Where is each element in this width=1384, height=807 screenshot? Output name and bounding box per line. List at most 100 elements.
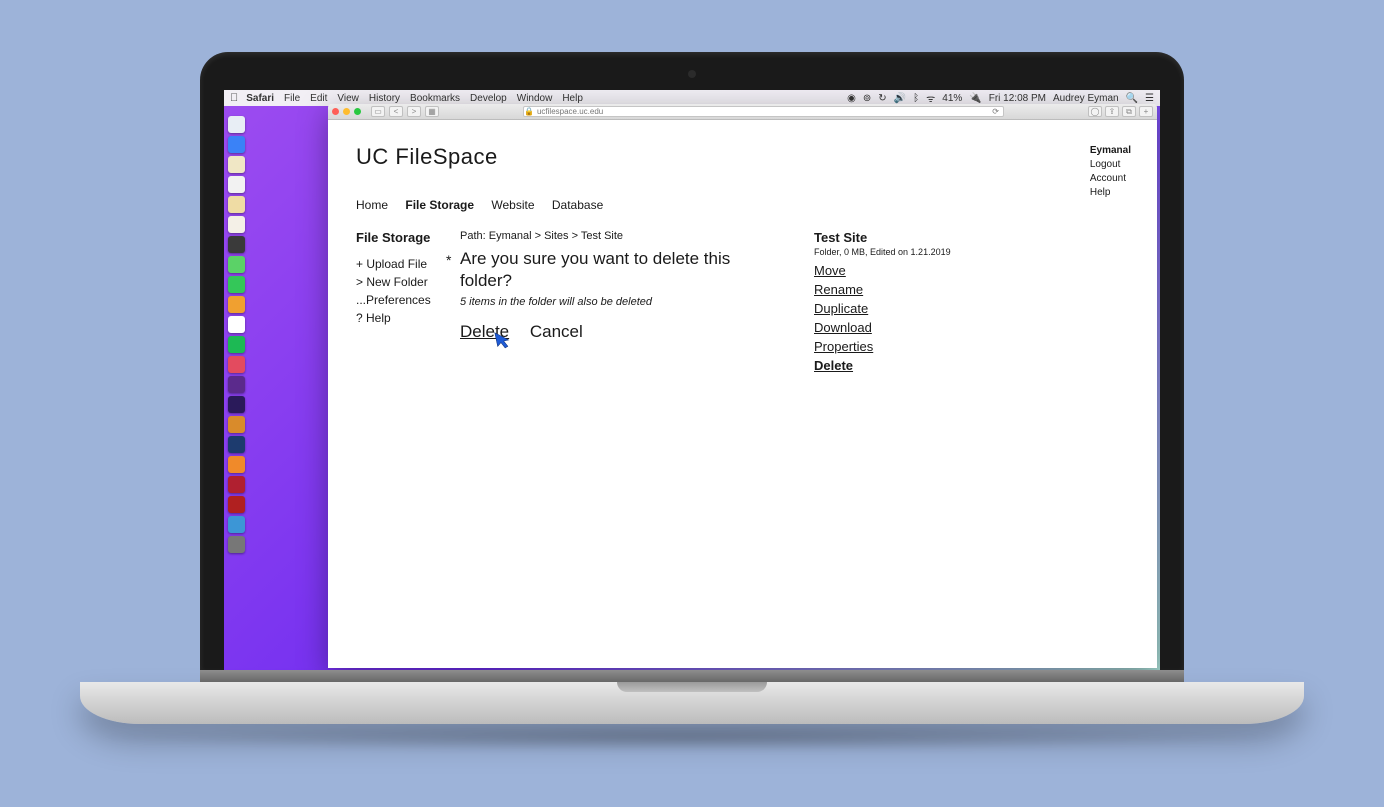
volume-icon[interactable]: 🔊 bbox=[894, 93, 906, 104]
account-link[interactable]: Account bbox=[1090, 172, 1131, 186]
tabs-button[interactable]: ⧉ bbox=[1122, 106, 1136, 117]
action-delete[interactable]: Delete bbox=[814, 356, 984, 375]
laptop-hinge bbox=[200, 670, 1184, 682]
forward-button[interactable]: > bbox=[407, 106, 421, 117]
laptop-shadow bbox=[90, 722, 1290, 752]
action-move[interactable]: Move bbox=[814, 261, 984, 280]
dock-app-16[interactable] bbox=[228, 436, 245, 453]
logout-link[interactable]: Logout bbox=[1090, 158, 1131, 172]
dock-app-9[interactable] bbox=[228, 296, 245, 313]
menubar-clock[interactable]: Fri 12:08 PM bbox=[989, 93, 1046, 104]
camera-dot bbox=[688, 70, 696, 78]
dock-app-21[interactable] bbox=[228, 536, 245, 553]
site-title: UC FileSpace bbox=[356, 144, 1129, 170]
dock-app-19[interactable] bbox=[228, 496, 245, 513]
menubar-item-help[interactable]: Help bbox=[562, 93, 583, 104]
close-window-button[interactable] bbox=[332, 108, 339, 115]
nav-home[interactable]: Home bbox=[356, 198, 388, 212]
confirm-question: Are you sure you want to delete this fol… bbox=[460, 248, 756, 292]
menubar-list-icon[interactable]: ☰ bbox=[1145, 93, 1154, 104]
menubar-item-edit[interactable]: Edit bbox=[310, 93, 327, 104]
dock-app-5[interactable] bbox=[228, 216, 245, 233]
laptop-notch bbox=[617, 682, 767, 692]
airdrop-icon[interactable]: ⊚ bbox=[863, 93, 871, 104]
window-controls bbox=[332, 108, 361, 115]
sidebar-new-folder[interactable]: > New Folder bbox=[356, 273, 456, 291]
sidebar-toggle-button[interactable]: ▭ bbox=[371, 106, 385, 117]
sidebar-preferences[interactable]: ...Preferences bbox=[356, 291, 456, 309]
address-bar[interactable]: 🔒 ucfilespace.uc.edu ⟳ bbox=[523, 106, 1004, 117]
dock-app-17[interactable] bbox=[228, 456, 245, 473]
timemachine-icon[interactable]: ↻ bbox=[878, 93, 886, 104]
top-nav: Home File Storage Website Database bbox=[356, 198, 1129, 212]
dock-app-18[interactable] bbox=[228, 476, 245, 493]
dock-app-11[interactable] bbox=[228, 336, 245, 353]
menubar-username[interactable]: Audrey Eyman bbox=[1053, 93, 1119, 104]
spotlight-icon[interactable]: 🔍 bbox=[1126, 93, 1138, 104]
user-name: Eymanal bbox=[1090, 144, 1131, 158]
action-properties[interactable]: Properties bbox=[814, 337, 984, 356]
menubar-item-window[interactable]: Window bbox=[517, 93, 553, 104]
wifi-icon[interactable]: ᯤ bbox=[926, 91, 935, 105]
dock-app-3[interactable] bbox=[228, 176, 245, 193]
dock-app-7[interactable] bbox=[228, 256, 245, 273]
details-meta: Folder, 0 MB, Edited on 1.21.2019 bbox=[814, 247, 984, 257]
apple-menu-icon[interactable]:  bbox=[230, 92, 238, 104]
dock-app-0[interactable] bbox=[228, 116, 245, 133]
breadcrumb[interactable]: Path: Eymanal > Sites > Test Site bbox=[460, 230, 756, 242]
dock-app-8[interactable] bbox=[228, 276, 245, 293]
dock-app-2[interactable] bbox=[228, 156, 245, 173]
menubar-item-file[interactable]: File bbox=[284, 93, 300, 104]
nav-database[interactable]: Database bbox=[552, 198, 603, 212]
action-download[interactable]: Download bbox=[814, 318, 984, 337]
nav-file-storage[interactable]: File Storage bbox=[405, 198, 474, 212]
address-url: ucfilespace.uc.edu bbox=[537, 107, 603, 116]
cancel-button[interactable]: Cancel bbox=[530, 322, 583, 341]
dock-app-4[interactable] bbox=[228, 196, 245, 213]
dock-app-13[interactable] bbox=[228, 376, 245, 393]
sidebar-help[interactable]: ? Help bbox=[356, 309, 456, 327]
laptop-base bbox=[80, 682, 1304, 724]
action-duplicate[interactable]: Duplicate bbox=[814, 299, 984, 318]
main-column: Path: Eymanal > Sites > Test Site * Are … bbox=[456, 230, 756, 375]
details-heading: Test Site bbox=[814, 230, 984, 245]
reload-icon[interactable]: ⟳ bbox=[992, 107, 999, 116]
minimize-window-button[interactable] bbox=[343, 108, 350, 115]
zoom-window-button[interactable] bbox=[354, 108, 361, 115]
grid-button[interactable]: ▦ bbox=[425, 106, 439, 117]
dock-app-10[interactable] bbox=[228, 316, 245, 333]
page-content: UC FileSpace Eymanal Logout Account Help… bbox=[328, 120, 1157, 668]
menubar-item-bookmarks[interactable]: Bookmarks bbox=[410, 93, 460, 104]
sidebar-upload-file[interactable]: + Upload File bbox=[356, 255, 456, 273]
help-link[interactable]: Help bbox=[1090, 186, 1131, 200]
back-button[interactable]: < bbox=[389, 106, 403, 117]
desktop-wallpaper:  Safari File Edit View History Bookmark… bbox=[224, 90, 1160, 670]
nav-website[interactable]: Website bbox=[491, 198, 534, 212]
sidebar: File Storage + Upload File > New Folder … bbox=[356, 230, 456, 375]
dock-app-6[interactable] bbox=[228, 236, 245, 253]
battery-icon[interactable]: 🔌 bbox=[969, 93, 981, 104]
battery-percent[interactable]: 41% bbox=[942, 93, 962, 104]
new-tab-button[interactable]: + bbox=[1139, 106, 1153, 117]
dock-app-12[interactable] bbox=[228, 356, 245, 373]
reader-button[interactable]: ◯ bbox=[1088, 106, 1102, 117]
safari-window: ▭ < > ▦ 🔒 ucfilespace.uc.edu ⟳ ◯ ⇪ ⧉ + bbox=[328, 104, 1157, 668]
menubar-item-view[interactable]: View bbox=[337, 93, 359, 104]
menubar-item-history[interactable]: History bbox=[369, 93, 400, 104]
dock-app-20[interactable] bbox=[228, 516, 245, 533]
cc-icon[interactable]: ◉ bbox=[847, 93, 856, 104]
dock-app-1[interactable] bbox=[228, 136, 245, 153]
menubar-app-name[interactable]: Safari bbox=[246, 93, 274, 104]
action-rename[interactable]: Rename bbox=[814, 280, 984, 299]
dock-app-14[interactable] bbox=[228, 396, 245, 413]
confirm-marker: * bbox=[446, 252, 451, 268]
menubar-item-develop[interactable]: Develop bbox=[470, 93, 507, 104]
laptop-frame:  Safari File Edit View History Bookmark… bbox=[200, 52, 1184, 724]
bluetooth-icon[interactable]: ᛒ bbox=[913, 93, 919, 104]
dock bbox=[228, 116, 245, 553]
sidebar-heading: File Storage bbox=[356, 230, 456, 245]
safari-toolbar: ▭ < > ▦ 🔒 ucfilespace.uc.edu ⟳ ◯ ⇪ ⧉ + bbox=[328, 104, 1157, 120]
dock-app-15[interactable] bbox=[228, 416, 245, 433]
user-nav: Eymanal Logout Account Help bbox=[1090, 144, 1131, 200]
share-button[interactable]: ⇪ bbox=[1105, 106, 1119, 117]
